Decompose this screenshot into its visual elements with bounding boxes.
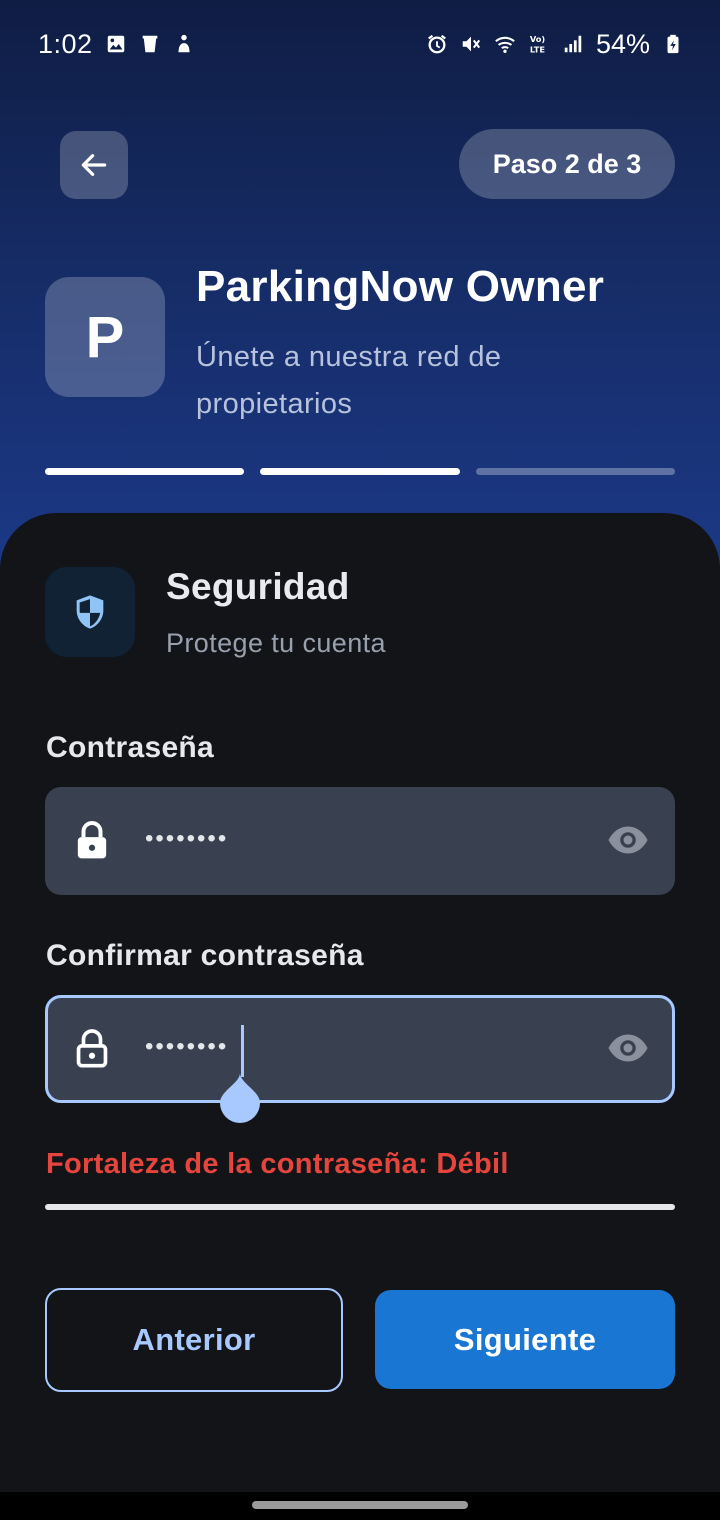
mute-icon (460, 33, 482, 55)
battery-icon (662, 33, 684, 55)
step-indicator: Paso 2 de 3 (459, 129, 675, 199)
password-value: •••••••• (145, 825, 229, 852)
accessibility-icon (173, 33, 195, 55)
section-icon-box (45, 567, 135, 657)
section-subtitle: Protege tu cuenta (166, 628, 386, 658)
progress-step-2 (260, 468, 460, 475)
text-cursor (241, 1025, 244, 1077)
password-field[interactable]: •••••••• (45, 787, 675, 895)
confirm-password-value: •••••••• (145, 1033, 229, 1060)
password-strength-text: Fortaleza de la contraseña: Débil (46, 1148, 509, 1180)
battery-percent: 54% (595, 28, 650, 59)
lock-outline-icon (76, 1029, 108, 1068)
previous-button[interactable]: Anterior (45, 1288, 343, 1392)
app-subtitle: Únete a nuestra red de propietarios (196, 341, 502, 420)
step-progress (45, 468, 675, 475)
cursor-handle[interactable] (218, 1073, 262, 1125)
eye-icon[interactable] (607, 1032, 649, 1064)
lock-icon (77, 821, 107, 859)
password-label: Contraseña (46, 731, 215, 764)
arrow-left-icon (81, 154, 107, 176)
back-button[interactable] (60, 131, 128, 199)
app-title: ParkingNow Owner (196, 262, 605, 311)
confirm-password-field[interactable]: •••••••• (45, 995, 675, 1103)
progress-step-1 (45, 468, 245, 475)
status-bar: 1:02 Vo) LTE 54% (0, 0, 720, 88)
home-gesture-handle[interactable] (252, 1501, 468, 1509)
volte-icon: Vo) LTE (528, 33, 550, 55)
svg-text:Vo): Vo) (530, 34, 546, 44)
progress-step-3 (475, 468, 675, 475)
shield-icon (76, 595, 104, 629)
signal-icon (562, 33, 584, 55)
wifi-icon (494, 33, 516, 55)
password-strength-bar (45, 1204, 675, 1210)
app-logo: P (45, 277, 165, 397)
image-icon (105, 33, 127, 55)
svg-text:LTE: LTE (530, 44, 546, 54)
status-time: 1:02 (38, 28, 93, 59)
section-title: Seguridad (166, 566, 350, 607)
trash-icon (139, 33, 161, 55)
confirm-password-label: Confirmar contraseña (46, 939, 364, 972)
next-button[interactable]: Siguiente (375, 1290, 675, 1389)
eye-icon[interactable] (607, 824, 649, 856)
alarm-icon (426, 33, 448, 55)
